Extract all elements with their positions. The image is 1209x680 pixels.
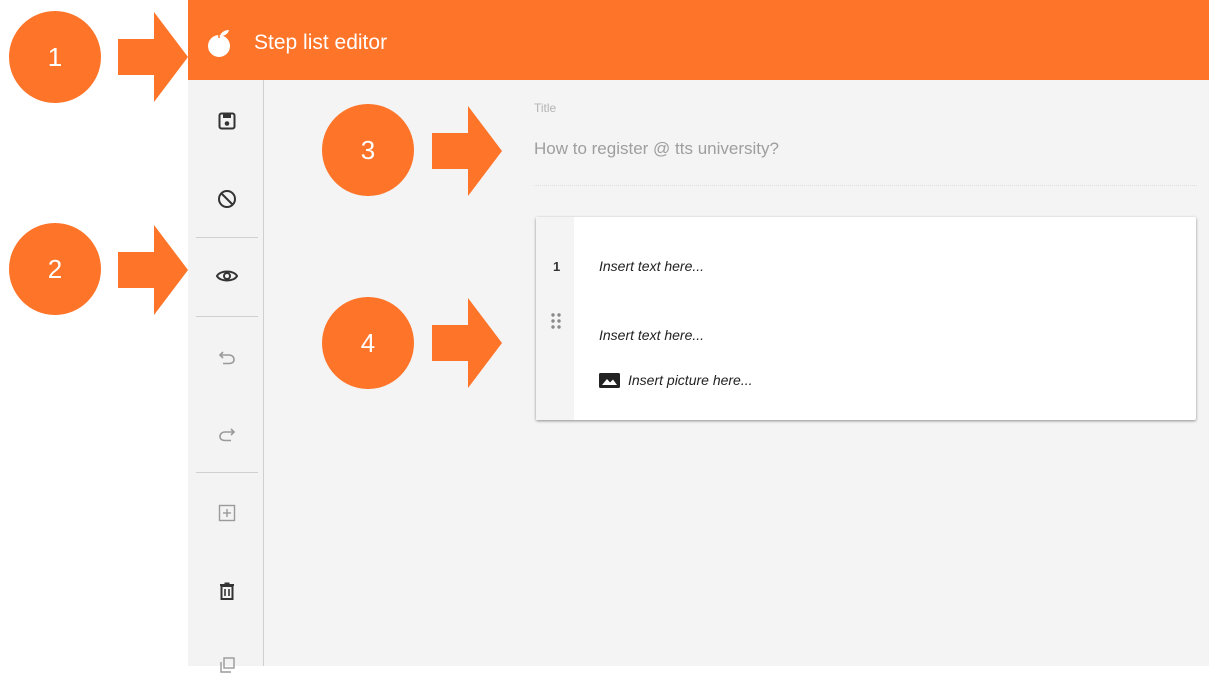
delete-icon <box>220 582 234 600</box>
callout-arrow-icon <box>118 12 188 102</box>
toolbar-divider <box>196 237 258 238</box>
callout-arrow-icon <box>118 225 188 315</box>
step-text-placeholder[interactable]: Insert text here... <box>599 258 704 274</box>
insert-picture-slot[interactable]: Insert picture here... <box>599 371 753 389</box>
add-step-icon <box>218 504 236 522</box>
step-text-placeholder[interactable]: Insert text here... <box>599 327 704 343</box>
editor-toolbar <box>188 80 264 673</box>
title-label: Title <box>534 101 557 115</box>
toolbar-divider <box>196 316 258 317</box>
preview-button[interactable] <box>212 261 242 291</box>
add-step-button[interactable] <box>212 498 242 528</box>
title-input[interactable] <box>534 136 1197 186</box>
step-number: 1 <box>553 259 561 274</box>
save-button[interactable] <box>212 106 242 136</box>
insert-picture-label: Insert picture here... <box>628 372 753 388</box>
save-icon <box>218 112 236 130</box>
cancel-icon <box>218 190 236 208</box>
undo-icon <box>218 351 235 365</box>
callout-marker-2: 2 <box>9 223 101 315</box>
callout-arrow-icon <box>432 106 502 196</box>
callout-marker-4: 4 <box>322 297 414 389</box>
duplicate-icon <box>220 657 235 673</box>
callout-arrow-icon <box>432 298 502 388</box>
undo-button[interactable] <box>212 342 242 372</box>
callout-marker-3: 3 <box>322 104 414 196</box>
step-card[interactable]: 1 Insert text here... Insert text here..… <box>536 217 1196 420</box>
peach-logo-icon <box>208 30 230 57</box>
drag-handle-icon[interactable] <box>548 311 564 331</box>
delete-button[interactable] <box>212 576 242 606</box>
image-icon <box>599 372 620 388</box>
toolbar-divider <box>196 472 258 473</box>
app-header: Step list editor <box>188 0 1209 86</box>
cancel-button[interactable] <box>212 184 242 214</box>
duplicate-button[interactable] <box>212 650 242 680</box>
redo-icon <box>219 428 236 442</box>
preview-eye-icon <box>216 270 238 282</box>
app-title: Step list editor <box>254 31 388 54</box>
callout-marker-1: 1 <box>9 11 101 103</box>
redo-button[interactable] <box>212 419 242 449</box>
